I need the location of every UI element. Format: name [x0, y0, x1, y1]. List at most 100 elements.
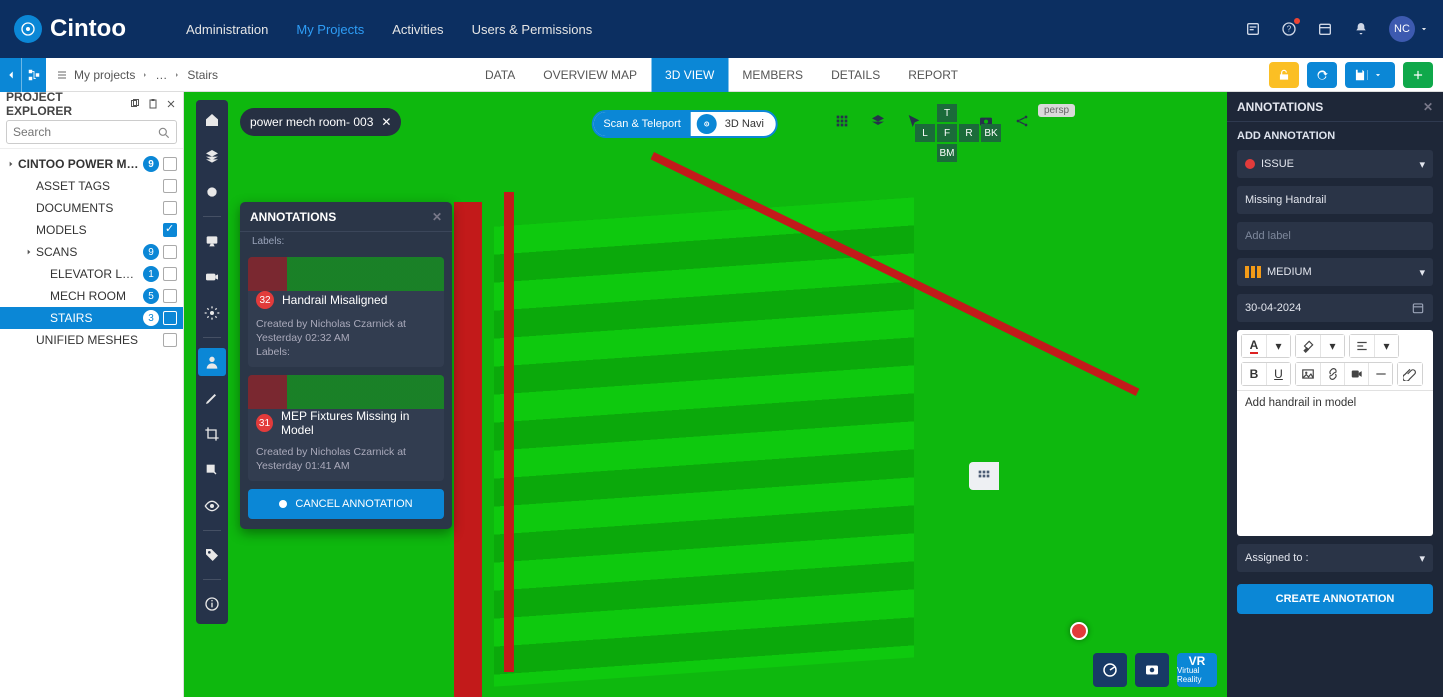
save-split-button[interactable] — [1345, 62, 1395, 88]
unlock-button[interactable] — [1269, 62, 1299, 88]
grid-toggle-tab[interactable] — [969, 462, 999, 490]
cancel-annotation-button[interactable]: CANCEL ANNOTATION — [248, 489, 444, 519]
rte-image-icon[interactable] — [1296, 363, 1320, 385]
home-icon[interactable] — [198, 106, 226, 134]
snapshot-icon[interactable] — [1135, 653, 1169, 687]
camera-icon[interactable] — [198, 263, 226, 291]
visibility-checkbox[interactable] — [163, 157, 177, 171]
rte-bold[interactable]: B — [1242, 363, 1266, 385]
tree-row[interactable]: MODELS — [0, 219, 183, 241]
tree-row[interactable]: UNIFIED MESHES — [0, 329, 183, 351]
add-button[interactable] — [1403, 62, 1433, 88]
nav-administration[interactable]: Administration — [186, 22, 268, 37]
visibility-checkbox[interactable] — [163, 179, 177, 193]
annotation-label-input[interactable] — [1237, 222, 1433, 250]
close-icon[interactable] — [165, 98, 177, 110]
tab-details[interactable]: DETAILS — [817, 58, 894, 92]
tree-row[interactable]: CINTOO POWER MECH …9 — [0, 153, 183, 175]
orientation-cube[interactable]: T LFRBK BM — [915, 104, 1001, 162]
nav-my-projects[interactable]: My Projects — [296, 22, 364, 37]
crop-icon[interactable] — [198, 420, 226, 448]
eye-icon[interactable] — [198, 492, 226, 520]
brand-logo[interactable]: Cintoo — [14, 15, 126, 43]
nav-activities[interactable]: Activities — [392, 22, 443, 37]
tree-toggle-button[interactable] — [22, 58, 46, 92]
visibility-checkbox[interactable] — [163, 267, 177, 281]
tree-row[interactable]: MECH ROOM5 — [0, 285, 183, 307]
rte-highlight[interactable] — [1296, 335, 1320, 357]
visibility-checkbox[interactable] — [163, 201, 177, 215]
visibility-checkbox[interactable] — [163, 333, 177, 347]
visibility-checkbox[interactable] — [163, 289, 177, 303]
rte-align[interactable] — [1350, 335, 1374, 357]
radar-icon[interactable] — [1093, 653, 1127, 687]
vr-button[interactable]: VR Virtual Reality — [1177, 653, 1217, 687]
tab-3d-view[interactable]: 3D VIEW — [651, 58, 728, 92]
tab-data[interactable]: DATA — [471, 58, 529, 92]
tree-row[interactable]: ASSET TAGS — [0, 175, 183, 197]
breadcrumb-root[interactable]: My projects — [74, 68, 135, 82]
bell-icon[interactable] — [1353, 21, 1369, 37]
create-annotation-button[interactable]: CREATE ANNOTATION — [1237, 584, 1433, 614]
tree-row[interactable]: SCANS9 — [0, 241, 183, 263]
avatar-menu[interactable]: NC — [1389, 16, 1429, 42]
rte-hr-icon[interactable] — [1368, 363, 1392, 385]
breadcrumb-leaf[interactable]: Stairs — [187, 68, 218, 82]
close-icon[interactable]: ✕ — [381, 115, 391, 129]
tree-row[interactable]: DOCUMENTS — [0, 197, 183, 219]
rte-underline[interactable]: U — [1266, 363, 1290, 385]
back-button[interactable] — [0, 58, 22, 92]
chevron-down-icon[interactable]: ▾ — [1320, 335, 1344, 357]
annotation-date-input[interactable]: 30-04-2024 — [1237, 294, 1433, 322]
rte-link-icon[interactable] — [1320, 363, 1344, 385]
breadcrumb-ellipsis[interactable]: … — [155, 68, 167, 82]
pencil-icon[interactable] — [198, 384, 226, 412]
gear-icon[interactable] — [198, 299, 226, 327]
visibility-checkbox[interactable] — [163, 311, 177, 325]
copy-icon[interactable] — [129, 98, 141, 110]
tab-report[interactable]: REPORT — [894, 58, 972, 92]
visibility-checkbox[interactable] — [163, 245, 177, 259]
scan-mode-right[interactable]: 3D Navi — [723, 118, 766, 130]
help-icon[interactable]: ? — [1281, 21, 1297, 37]
rte-attach-icon[interactable] — [1398, 363, 1422, 385]
scan-teleport-pill[interactable]: Scan & Teleport 3D Navi — [591, 110, 778, 138]
annotation-name-field[interactable] — [1245, 194, 1425, 206]
annotation-type-select[interactable]: ISSUE ▾ — [1237, 150, 1433, 178]
notes-icon[interactable] — [1245, 21, 1261, 37]
close-icon[interactable]: ✕ — [432, 210, 442, 224]
info-icon[interactable] — [198, 590, 226, 618]
paste-icon[interactable] — [147, 98, 159, 110]
annotation-name-input[interactable] — [1237, 186, 1433, 214]
rte-body[interactable]: Add handrail in model — [1237, 391, 1433, 536]
sync-button[interactable] — [1307, 62, 1337, 88]
tab-members[interactable]: MEMBERS — [728, 58, 817, 92]
tree-row[interactable]: STAIRS3 — [0, 307, 183, 329]
annotation-severity-select[interactable]: MEDIUM ▾ — [1237, 258, 1433, 286]
search-icon[interactable] — [157, 126, 171, 140]
rte-font-color[interactable]: A — [1242, 335, 1266, 357]
annotation-assignee-select[interactable]: Assigned to : ▾ — [1237, 544, 1433, 572]
message-icon[interactable] — [198, 227, 226, 255]
scan-mode-left[interactable]: Scan & Teleport — [593, 112, 690, 136]
stack-icon[interactable] — [867, 110, 889, 132]
visibility-checkbox[interactable] — [163, 223, 177, 237]
grid-icon[interactable] — [831, 110, 853, 132]
viewport[interactable]: power mech room- 003 ✕ ANNOTATIONS ✕ Lab… — [184, 92, 1227, 697]
calendar-icon[interactable] — [1317, 21, 1333, 37]
annotation-card[interactable]: 32Handrail MisalignedCreated by Nicholas… — [248, 257, 444, 367]
rte-video-icon[interactable] — [1344, 363, 1368, 385]
tag-icon[interactable] — [198, 541, 226, 569]
chevron-down-icon[interactable]: ▾ — [1374, 335, 1398, 357]
annotation-card[interactable]: 31MEP Fixtures Missing in ModelCreated b… — [248, 375, 444, 481]
target-icon[interactable] — [697, 114, 717, 134]
tab-overview-map[interactable]: OVERVIEW MAP — [529, 58, 651, 92]
sphere-icon[interactable] — [198, 178, 226, 206]
annotation-label-field[interactable] — [1245, 230, 1425, 242]
layers-icon[interactable] — [198, 142, 226, 170]
chevron-down-icon[interactable]: ▾ — [1266, 335, 1290, 357]
annotation-marker[interactable] — [1070, 622, 1088, 640]
view-tab-chip[interactable]: power mech room- 003 ✕ — [240, 108, 401, 136]
person-icon[interactable] — [198, 348, 226, 376]
rich-text-editor[interactable]: A ▾ ▾ ▾ B U — [1237, 330, 1433, 536]
